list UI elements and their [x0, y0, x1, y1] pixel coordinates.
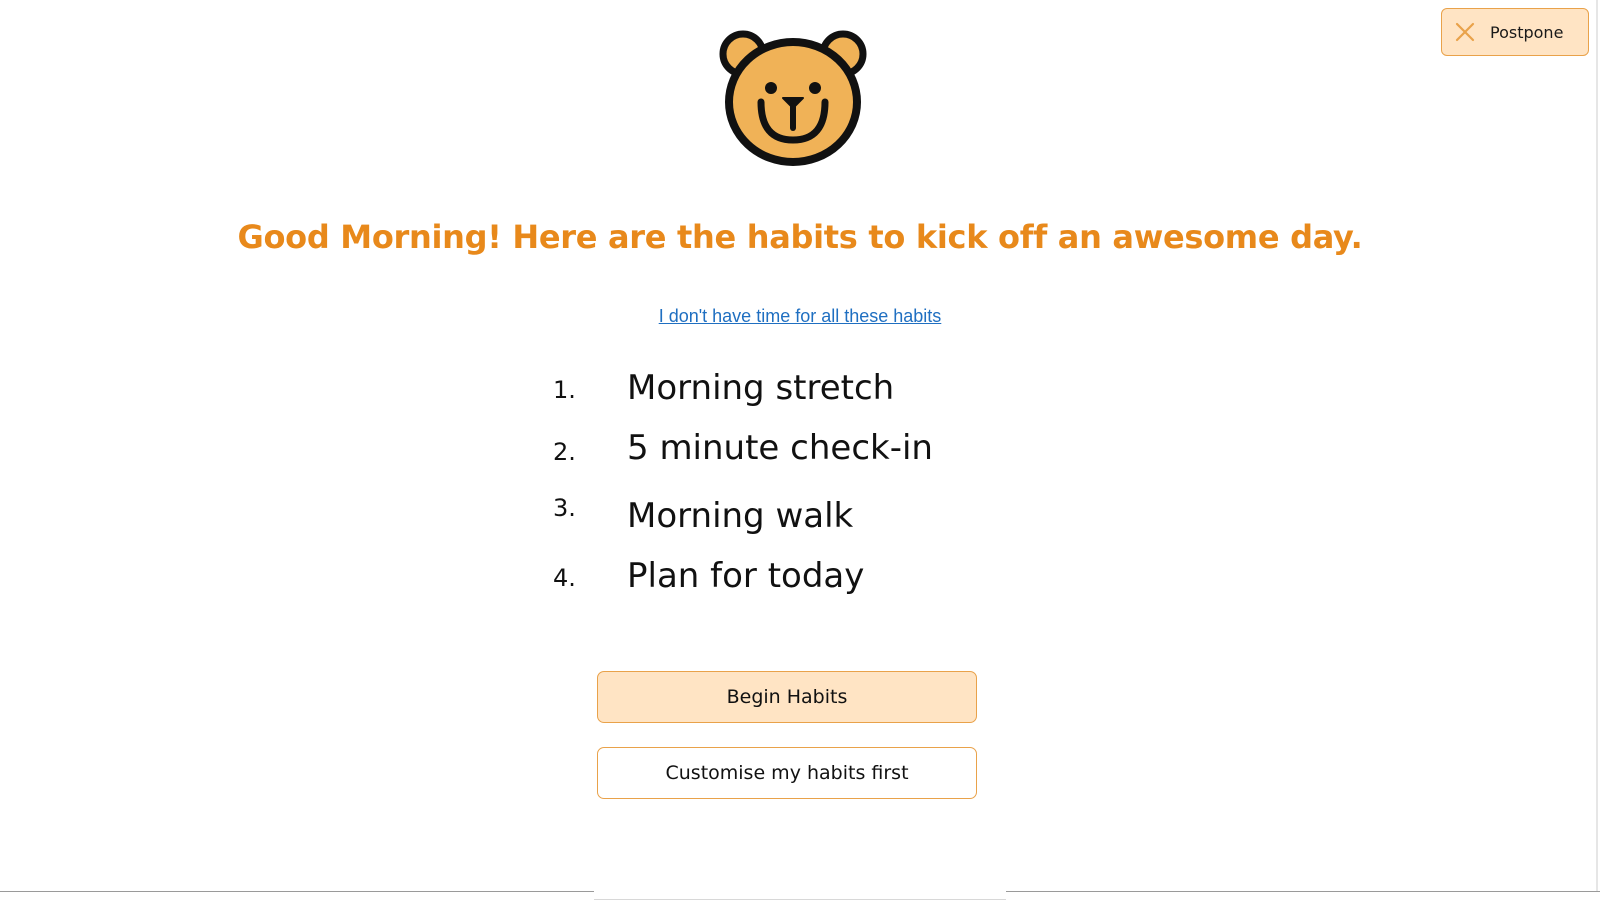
habit-label: Morning walk: [627, 496, 854, 536]
page-title: Good Morning! Here are the habits to kic…: [237, 218, 1363, 256]
habit-item: 2. 5 minute check-in: [553, 428, 1053, 472]
postpone-label: Postpone: [1490, 22, 1564, 42]
bottom-divider-left: [0, 891, 594, 892]
close-icon: [1455, 22, 1475, 42]
bear-face-icon: [719, 30, 867, 166]
customise-habits-button[interactable]: Customise my habits first: [597, 747, 977, 799]
begin-habits-button[interactable]: Begin Habits: [597, 671, 977, 723]
habit-item: 3. Morning walk: [553, 494, 1053, 540]
habit-number: 1.: [553, 376, 576, 404]
bottom-divider-right: [1006, 891, 1600, 892]
window-edge: [1596, 0, 1598, 892]
habit-label: Morning stretch: [627, 368, 895, 408]
habit-item: 1. Morning stretch: [553, 368, 1053, 412]
no-time-link[interactable]: I don't have time for all these habits: [0, 306, 1600, 327]
postpone-button[interactable]: Postpone: [1441, 8, 1589, 56]
habit-label: 5 minute check-in: [627, 428, 933, 468]
habit-item: 4. Plan for today: [553, 556, 1053, 600]
habit-start-screen: Postpone Good Morning! Here are the habi…: [0, 0, 1600, 900]
habit-label: Plan for today: [627, 556, 865, 596]
habit-number: 2.: [553, 438, 576, 466]
habit-number: 4.: [553, 564, 576, 592]
habit-number: 3.: [553, 494, 576, 522]
